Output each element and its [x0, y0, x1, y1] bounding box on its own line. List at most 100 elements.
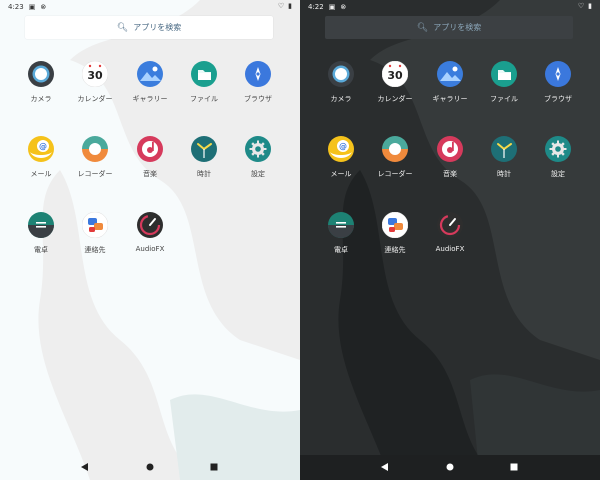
browser-icon [245, 61, 271, 87]
files-icon [491, 61, 517, 87]
calendar-date: 30 [387, 69, 403, 82]
app-mail[interactable]: @ メール [14, 136, 68, 184]
calculator-icon [328, 212, 354, 238]
dark-theme-screen: 4:22 ▣ ⊗ ♡ ▮ 🔍︎ アプリを検索 カメラ 30 カレンダー ギャラリー ファ… [300, 0, 600, 480]
app-mail[interactable]: @ メール [314, 136, 368, 184]
calendar-date: 30 [87, 69, 103, 82]
files-icon [191, 61, 217, 87]
battery-icon: ▮ [588, 2, 592, 10]
calendar-icon: 30 [381, 60, 409, 88]
app-music[interactable]: 音楽 [423, 136, 477, 184]
camera-icon [328, 61, 354, 87]
app-label: メール [330, 170, 352, 178]
wifi-icon: ♡ [277, 2, 285, 10]
app-label: ブラウザ [244, 95, 272, 103]
app-gallery[interactable]: ギャラリー [123, 61, 177, 109]
sync-icon: ⊗ [40, 3, 47, 11]
recent-apps-icon[interactable] [209, 462, 219, 472]
contacts-icon [381, 211, 409, 239]
app-camera[interactable]: カメラ [314, 61, 368, 109]
app-contacts[interactable]: 連絡先 [68, 211, 122, 260]
clock-icon [191, 136, 217, 162]
search-label: アプリを検索 [133, 23, 182, 32]
recorder-icon [382, 136, 408, 162]
light-theme-screen: 4:23 ▣ ⊗ ♡ ▮ 🔍︎ アプリを検索 カメラ 30 カレンダー ギャラリー ファ… [0, 0, 300, 480]
mail-icon: @ [328, 136, 354, 162]
app-label: ギャラリー [132, 95, 168, 103]
recorder-icon [82, 136, 108, 162]
app-label: 音楽 [143, 170, 157, 178]
app-clock[interactable]: 時計 [177, 136, 231, 184]
app-calendar[interactable]: 30 カレンダー [368, 60, 422, 109]
mail-at: @ [39, 142, 47, 151]
app-clock[interactable]: 時計 [477, 136, 531, 184]
app-files[interactable]: ファイル [177, 61, 231, 109]
app-settings[interactable]: 設定 [231, 136, 285, 184]
calendar-icon: 30 [81, 60, 109, 88]
app-files[interactable]: ファイル [477, 61, 531, 109]
battery-icon: ▮ [288, 2, 292, 10]
app-recorder[interactable]: レコーダー [368, 136, 422, 184]
search-icon: 🔍︎ [416, 22, 429, 33]
app-label: カメラ [330, 95, 352, 103]
app-label: ファイル [190, 95, 218, 103]
app-label: 設定 [551, 170, 565, 178]
music-icon [137, 136, 163, 162]
back-icon[interactable] [380, 462, 390, 472]
gallery-icon [437, 61, 463, 87]
contacts-icon [81, 211, 109, 239]
app-search-bar[interactable]: 🔍︎ アプリを検索 [325, 16, 573, 39]
sync-icon: ⊗ [340, 3, 347, 11]
app-label: AudioFX [435, 245, 465, 253]
wifi-icon: ♡ [577, 2, 585, 10]
app-browser[interactable]: ブラウザ [231, 61, 285, 109]
audiofx-icon [137, 212, 163, 238]
mail-icon: @ [28, 136, 54, 162]
app-music[interactable]: 音楽 [123, 136, 177, 184]
app-label: 電卓 [34, 246, 48, 254]
app-label: 時計 [197, 170, 211, 178]
search-icon: 🔍︎ [116, 22, 129, 33]
app-label: 設定 [251, 170, 265, 178]
app-audiofx[interactable]: AudioFX [423, 212, 477, 260]
navigation-bar [300, 455, 600, 480]
settings-icon [545, 136, 571, 162]
app-label: 電卓 [334, 246, 348, 254]
app-browser[interactable]: ブラウザ [531, 61, 585, 109]
app-contacts[interactable]: 連絡先 [368, 211, 422, 260]
mail-at: @ [339, 142, 347, 151]
camera-icon [28, 61, 54, 87]
app-label: 時計 [497, 170, 511, 178]
status-time: 4:23 [8, 3, 24, 11]
gallery-icon [137, 61, 163, 87]
calculator-icon [28, 212, 54, 238]
clock-icon [491, 136, 517, 162]
app-label: ファイル [490, 95, 518, 103]
app-settings[interactable]: 設定 [531, 136, 585, 184]
app-label: AudioFX [135, 245, 165, 253]
home-icon[interactable] [445, 462, 455, 472]
settings-icon [245, 136, 271, 162]
app-audiofx[interactable]: AudioFX [123, 212, 177, 260]
status-bar: 4:22 ▣ ⊗ ♡ ▮ [300, 0, 600, 14]
app-calculator[interactable]: 電卓 [14, 212, 68, 260]
navigation-bar [0, 455, 300, 480]
app-calculator[interactable]: 電卓 [314, 212, 368, 260]
app-label: 連絡先 [84, 246, 106, 254]
app-label: ブラウザ [544, 95, 572, 103]
app-label: レコーダー [377, 170, 413, 178]
back-icon[interactable] [80, 462, 90, 472]
app-label: 音楽 [443, 170, 457, 178]
music-icon [437, 136, 463, 162]
recent-apps-icon[interactable] [509, 462, 519, 472]
app-calendar[interactable]: 30 カレンダー [68, 60, 122, 109]
browser-icon [545, 61, 571, 87]
search-label: アプリを検索 [433, 23, 482, 32]
app-camera[interactable]: カメラ [14, 61, 68, 109]
app-search-bar[interactable]: 🔍︎ アプリを検索 [25, 16, 273, 39]
app-gallery[interactable]: ギャラリー [423, 61, 477, 109]
home-icon[interactable] [145, 462, 155, 472]
status-bar: 4:23 ▣ ⊗ ♡ ▮ [0, 0, 300, 14]
app-recorder[interactable]: レコーダー [68, 136, 122, 184]
app-label: カレンダー [77, 95, 113, 103]
